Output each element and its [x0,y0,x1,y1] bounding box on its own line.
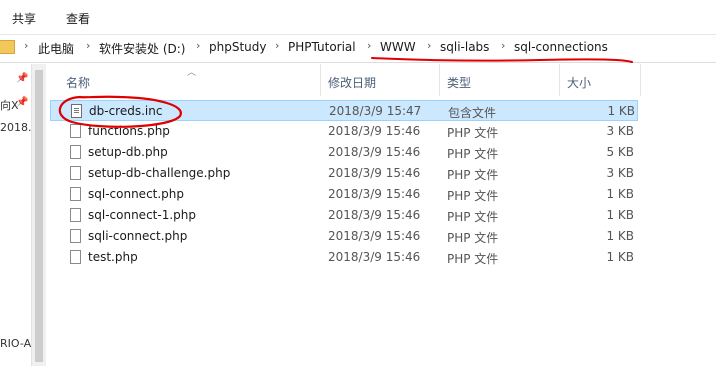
column-divider[interactable] [559,64,560,96]
file-type: PHP 文件 [447,168,499,182]
file-type: PHP 文件 [447,147,499,161]
file-date: 2018/3/9 15:46 [328,208,421,222]
column-header-type[interactable]: 类型 [447,74,471,91]
chevron-right-icon: › [501,39,506,52]
scrollbar-thumb[interactable] [35,70,43,362]
file-type: PHP 文件 [447,126,499,140]
php-file-icon [70,187,81,201]
file-size: 1 KB [606,208,634,222]
file-name: setup-db-challenge.php [88,166,231,180]
column-header-name[interactable]: 名称 [66,74,90,91]
nav-item-fragment[interactable]: RIO-A [0,337,31,350]
file-name: db-creds.inc [89,104,163,118]
file-size: 1 KB [606,250,634,264]
file-type: PHP 文件 [447,210,499,224]
chevron-right-icon: › [24,39,29,52]
file-date: 2018/3/9 15:46 [328,187,421,201]
file-type: 包含文件 [448,106,497,120]
breadcrumb-sql-connections[interactable]: sql-connections [514,40,608,54]
file-row[interactable]: test.php 2018/3/9 15:46 PHP 文件 1 KB [50,247,638,268]
php-file-icon [70,229,81,243]
file-name: functions.php [88,124,170,138]
file-date: 2018/3/9 15:46 [328,250,421,264]
chevron-right-icon: › [427,39,432,52]
breadcrumb-this-pc[interactable]: 此电脑 [38,40,74,57]
file-size: 1 KB [606,229,634,243]
php-file-icon [70,145,81,159]
file-size: 1 KB [607,104,635,118]
chevron-right-icon: › [275,39,280,52]
php-file-icon [70,166,81,180]
breadcrumb-sqli-labs[interactable]: sqli-labs [440,40,489,54]
php-file-icon [70,250,81,264]
address-bar[interactable]: › 此电脑 › 软件安装处 (D:) › phpStudy › PHPTutor… [0,35,716,63]
file-type: PHP 文件 [447,252,499,266]
pin-icon: 📌 [16,73,29,84]
column-divider[interactable] [640,64,641,96]
php-file-icon [70,124,81,138]
file-row[interactable]: db-creds.inc 2018/3/9 15:47 包含文件 1 KB [50,100,638,121]
file-name: sql-connect-1.php [88,208,196,222]
column-divider[interactable] [320,64,321,96]
tab-share[interactable]: 共享 [12,10,36,27]
file-size: 3 KB [606,166,634,180]
inc-file-icon [71,104,82,118]
php-file-icon [70,208,81,222]
file-date: 2018/3/9 15:47 [329,104,422,118]
file-row[interactable]: setup-db-challenge.php 2018/3/9 15:46 PH… [50,163,638,184]
file-date: 2018/3/9 15:46 [328,124,421,138]
column-header-date[interactable]: 修改日期 [328,74,376,91]
pin-icon: 📌 [16,97,29,108]
file-type: PHP 文件 [447,189,499,203]
file-size: 3 KB [606,124,634,138]
breadcrumb-www[interactable]: WWW [380,40,416,54]
file-date: 2018/3/9 15:46 [328,229,421,243]
file-date: 2018/3/9 15:46 [328,145,421,159]
sort-ascending-icon: ︿ [187,68,197,78]
file-date: 2018/3/9 15:46 [328,166,421,180]
file-name: sqli-connect.php [88,229,188,243]
file-name: setup-db.php [88,145,168,159]
breadcrumb-phptutorial[interactable]: PHPTutorial [288,40,356,54]
file-row[interactable]: sql-connect.php 2018/3/9 15:46 PHP 文件 1 … [50,184,638,205]
file-size: 5 KB [606,145,634,159]
file-size: 1 KB [606,187,634,201]
column-header-row: ︿ 名称 修改日期 类型 大小 [50,64,650,96]
nav-item-fragment[interactable]: 2018. [0,121,32,134]
chevron-right-icon: › [196,39,201,52]
chevron-right-icon: › [367,39,372,52]
file-row[interactable]: sql-connect-1.php 2018/3/9 15:46 PHP 文件 … [50,205,638,226]
file-type: PHP 文件 [447,231,499,245]
column-divider[interactable] [439,64,440,96]
file-row[interactable]: setup-db.php 2018/3/9 15:46 PHP 文件 5 KB [50,142,638,163]
chevron-right-icon: › [86,39,91,52]
folder-icon [0,40,15,54]
navigation-pane[interactable]: 📌 向X 📌 2018. RIO-A [0,63,32,366]
breadcrumb-drive-d[interactable]: 软件安装处 (D:) [99,40,185,57]
column-header-size[interactable]: 大小 [567,74,591,91]
file-row[interactable]: sqli-connect.php 2018/3/9 15:46 PHP 文件 1… [50,226,638,247]
file-name: test.php [88,250,138,264]
tab-view[interactable]: 查看 [66,10,90,27]
file-name: sql-connect.php [88,187,185,201]
ribbon: 共享 查看 [0,0,716,35]
navigation-scrollbar[interactable] [31,64,46,366]
breadcrumb-phpstudy[interactable]: phpStudy [209,40,267,54]
file-row[interactable]: functions.php 2018/3/9 15:46 PHP 文件 3 KB [50,121,638,142]
